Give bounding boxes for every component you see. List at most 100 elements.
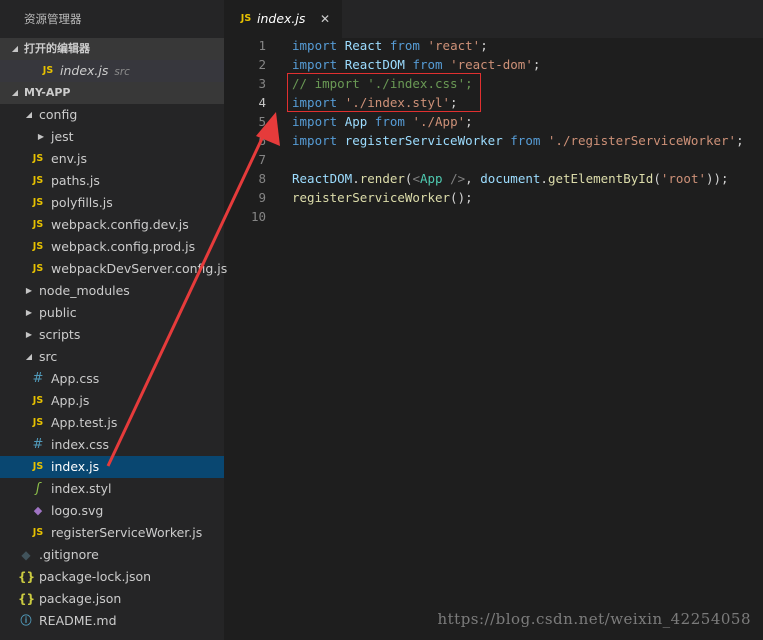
code-token: ReactDOM: [292, 171, 353, 186]
code-text: // import './index.css';: [292, 74, 473, 93]
code-text: registerServiceWorker();: [292, 188, 473, 207]
tree-file-index-js[interactable]: JS index.js: [0, 456, 224, 478]
tree-item-label: registerServiceWorker.js: [51, 525, 203, 540]
code-token: registerServiceWorker: [344, 133, 503, 148]
open-editor-path: src: [114, 66, 130, 78]
tree-file--gitignore[interactable]: ◆ .gitignore: [0, 544, 224, 566]
code-token: .: [540, 171, 548, 186]
code-token: './registerServiceWorker': [547, 133, 737, 148]
code-token: from: [389, 38, 420, 53]
code-token: 'root': [660, 171, 706, 186]
code-token: import: [292, 133, 338, 148]
code-text: import registerServiceWorker from './reg…: [292, 131, 744, 150]
tree-file-env-js[interactable]: JS env.js: [0, 148, 224, 170]
line-number: 6: [258, 133, 266, 148]
tree-folder-scripts[interactable]: ▶ scripts: [0, 324, 224, 346]
code-token: import: [292, 114, 338, 129]
code-token: (: [653, 171, 661, 186]
tree-file-package-json[interactable]: {} package.json: [0, 588, 224, 610]
line-number: 8: [258, 171, 266, 186]
code-text: import './index.styl';: [292, 93, 458, 112]
tree-file-polyfills-js[interactable]: JS polyfills.js: [0, 192, 224, 214]
js-file-icon: JS: [32, 175, 44, 186]
md-file-icon: ⓘ: [20, 614, 32, 627]
file-tree: ◢ config ▶ jest JS env.js JS paths.js JS polyfill…: [0, 104, 228, 632]
code-text: ReactDOM.render(<App />, document.getEle…: [292, 169, 729, 188]
chevron-down-icon: ◢: [25, 110, 33, 119]
tree-file-readme-md[interactable]: ⓘ README.md: [0, 610, 224, 632]
tree-file-package-lock-json[interactable]: {} package-lock.json: [0, 566, 224, 588]
tree-folder-src[interactable]: ◢ src: [0, 346, 224, 368]
chevron-right-icon: ▶: [37, 132, 45, 141]
js-file-icon: JS: [32, 197, 44, 208]
tree-file-index-css[interactable]: # index.css: [0, 434, 224, 456]
line-number: 7: [258, 152, 266, 167]
tree-folder-config[interactable]: ◢ config: [0, 104, 224, 126]
explorer-title: 资源管理器: [24, 12, 82, 26]
tree-folder-jest[interactable]: ▶ jest: [0, 126, 224, 148]
chevron-right-icon: ▶: [25, 330, 33, 339]
tree-file-paths-js[interactable]: JS paths.js: [0, 170, 224, 192]
code-token: registerServiceWorker: [292, 190, 451, 205]
js-file-icon: JS: [32, 417, 44, 428]
watermark: https://blog.csdn.net/weixin_42254058: [437, 610, 751, 628]
close-icon[interactable]: ✕: [320, 0, 330, 38]
js-file-icon: JS: [42, 65, 54, 76]
js-file-icon: JS: [240, 13, 252, 24]
tree-item-label: src: [39, 349, 58, 364]
code-token: './index.styl': [344, 95, 451, 110]
tree-folder-public[interactable]: ▶ public: [0, 302, 224, 324]
tree-folder-node-modules[interactable]: ▶ node_modules: [0, 280, 224, 302]
tab-index-js[interactable]: JS index.js ✕: [224, 0, 342, 38]
tree-file-index-styl[interactable]: ʃ index.styl: [0, 478, 224, 500]
code-token: .: [352, 171, 360, 186]
code-token: ;: [736, 133, 744, 148]
json-file-icon: {}: [18, 592, 36, 606]
tree-item-label: README.md: [39, 613, 117, 628]
tree-item-label: .gitignore: [39, 547, 99, 562]
tree-item-label: webpack.config.dev.js: [51, 217, 189, 232]
code-token: React: [344, 38, 383, 53]
svg-file-icon: ◆: [33, 504, 43, 517]
tree-file-webpack-config-dev-js[interactable]: JS webpack.config.dev.js: [0, 214, 224, 236]
code-token: render: [359, 171, 405, 186]
tree-item-label: jest: [51, 129, 74, 144]
tree-file-registerserviceworker-js[interactable]: JS registerServiceWorker.js: [0, 522, 224, 544]
project-header[interactable]: ◢ MY-APP: [0, 82, 224, 104]
tree-item-label: App.js: [51, 393, 90, 408]
code-editor[interactable]: 1 import React from 'react'; 2 import React…: [224, 38, 763, 640]
css-file-icon: #: [32, 437, 44, 452]
code-token: import: [292, 38, 338, 53]
tree-file-app-js[interactable]: JS App.js: [0, 390, 224, 412]
explorer-sidebar: 资源管理器 ◢ 打开的编辑器 JS index.js src ◢ MY-APP ◢…: [0, 0, 228, 640]
chevron-right-icon: ▶: [25, 308, 33, 317]
open-editor-item[interactable]: JS index.js src: [0, 60, 224, 82]
code-token: // import './index.css';: [292, 76, 473, 91]
code-token: from: [412, 57, 443, 72]
js-file-icon: JS: [32, 263, 44, 274]
code-token: 'react': [427, 38, 481, 53]
open-editors-header[interactable]: ◢ 打开的编辑器: [0, 38, 224, 60]
code-text: import ReactDOM from 'react-dom';: [292, 55, 540, 74]
tree-item-label: package-lock.json: [39, 569, 152, 584]
line-number: 5: [258, 114, 266, 129]
tree-file-webpackdevserver-config-js[interactable]: JS webpackDevServer.config.js: [0, 258, 228, 280]
tree-item-label: index.js: [51, 459, 100, 474]
tree-file-app-test-js[interactable]: JS App.test.js: [0, 412, 224, 434]
tree-file-webpack-config-prod-js[interactable]: JS webpack.config.prod.js: [0, 236, 224, 258]
line-number: 10: [250, 209, 266, 224]
code-token: />: [450, 171, 466, 186]
js-file-icon: JS: [32, 241, 44, 252]
tree-file-app-css[interactable]: # App.css: [0, 368, 224, 390]
code-token: App: [419, 171, 443, 186]
tree-file-logo-svg[interactable]: ◆ logo.svg: [0, 500, 224, 522]
tree-item-label: logo.svg: [51, 503, 104, 518]
tab-bar: JS index.js ✕: [224, 0, 763, 38]
tree-item-label: node_modules: [39, 283, 130, 298]
